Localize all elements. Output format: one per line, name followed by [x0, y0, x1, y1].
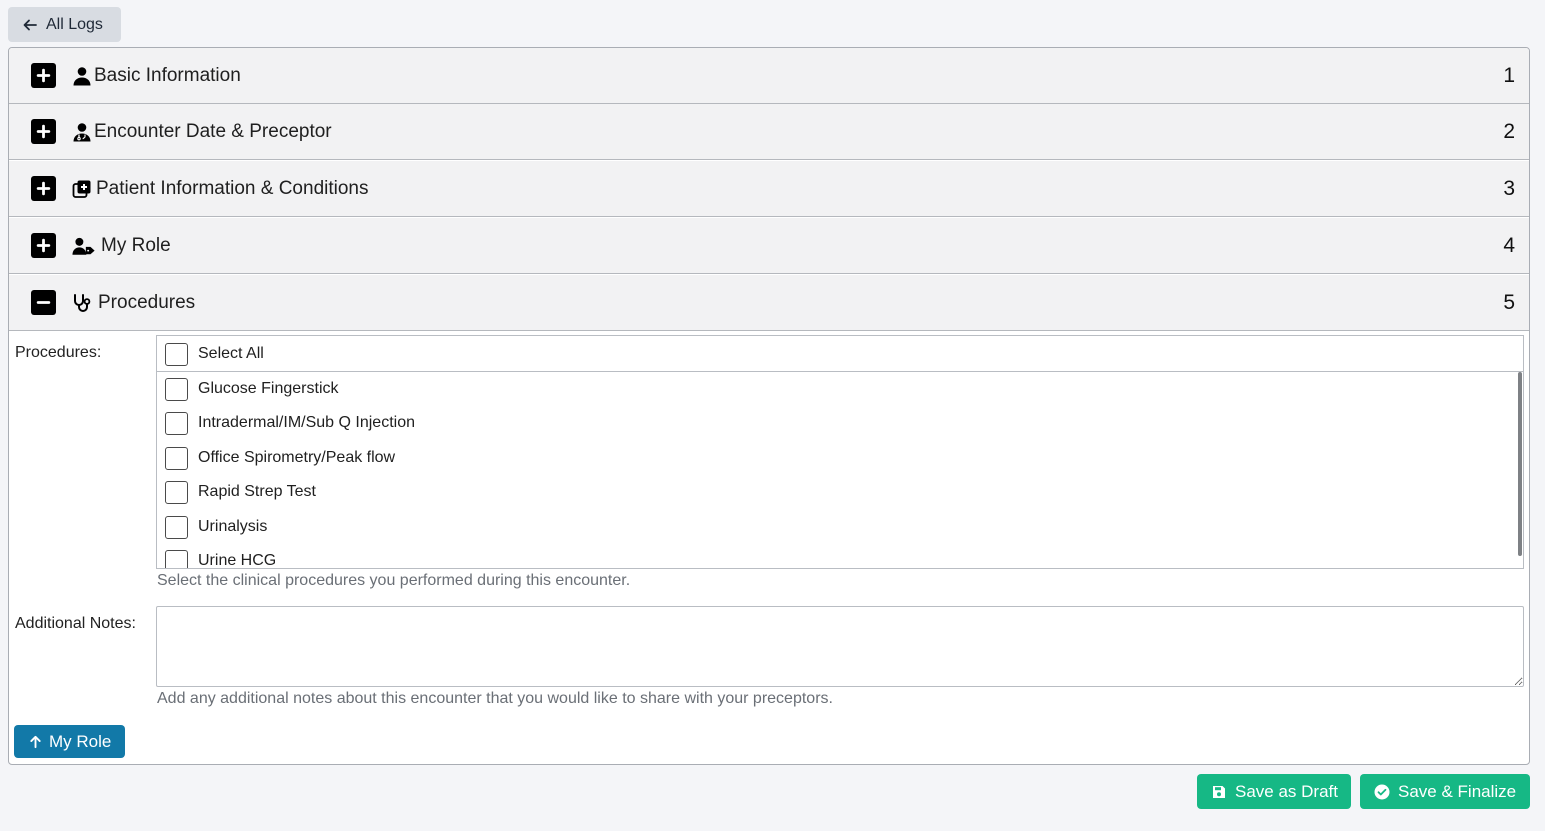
procedure-checkbox[interactable]: [165, 480, 188, 504]
expand-plus-icon[interactable]: [31, 233, 56, 258]
user-doctor-icon: [71, 121, 93, 143]
section-header-procedures[interactable]: Procedures 5: [9, 275, 1529, 331]
procedure-option[interactable]: Urine HCG: [157, 546, 1523, 569]
save-as-draft-label: Save as Draft: [1235, 781, 1338, 801]
additional-notes-textarea[interactable]: [156, 606, 1524, 687]
arrow-up-icon: [30, 735, 41, 749]
select-all-checkbox[interactable]: [165, 342, 188, 366]
procedure-checkbox[interactable]: [165, 515, 188, 539]
procedure-label: Urine HCG: [198, 552, 277, 569]
section-header-basic-information[interactable]: Basic Information 1: [9, 48, 1529, 104]
section-title: My Role: [101, 234, 171, 256]
procedure-label: Rapid Strep Test: [198, 483, 316, 500]
save-and-finalize-label: Save & Finalize: [1398, 781, 1517, 801]
notes-help-text: Add any additional notes about this enco…: [157, 690, 833, 707]
additional-notes-label: Additional Notes:: [15, 615, 136, 632]
expand-plus-icon[interactable]: [31, 63, 56, 88]
save-and-finalize-button[interactable]: Save & Finalize: [1360, 774, 1530, 809]
procedure-option[interactable]: Urinalysis: [157, 512, 1523, 542]
floppy-disk-icon: [1213, 785, 1225, 798]
procedure-label: Intradermal/IM/Sub Q Injection: [198, 414, 415, 431]
expand-plus-icon[interactable]: [31, 119, 56, 144]
procedure-checkbox[interactable]: [165, 377, 188, 401]
section-title: Procedures: [98, 291, 196, 313]
procedure-option[interactable]: Office Spirometry/Peak flow: [157, 443, 1523, 473]
back-button-label: All Logs: [46, 15, 103, 33]
procedures-checklist[interactable]: Select All Glucose Fingerstick Intraderm…: [156, 335, 1524, 569]
select-all-label: Select All: [198, 345, 264, 362]
section-number: 3: [1503, 176, 1515, 200]
section-title: Basic Information: [94, 64, 241, 86]
select-all-row[interactable]: Select All: [157, 336, 1523, 372]
collapse-minus-icon[interactable]: [31, 290, 56, 315]
checklist-scrollbar[interactable]: [1518, 372, 1522, 556]
procedure-label: Glucose Fingerstick: [198, 380, 339, 397]
section-number: 4: [1503, 233, 1515, 257]
section-title: Encounter Date & Preceptor: [94, 120, 332, 142]
check-circle-icon: [1374, 784, 1390, 799]
procedures-help-text: Select the clinical procedures you perfo…: [157, 572, 631, 589]
procedure-label: Urinalysis: [198, 518, 268, 535]
notes-medical-icon: [71, 178, 93, 200]
section-number: 1: [1503, 63, 1515, 87]
procedure-checkbox[interactable]: [165, 549, 188, 568]
all-logs-back-button[interactable]: All Logs: [8, 7, 121, 42]
save-as-draft-button[interactable]: Save as Draft: [1197, 774, 1351, 809]
section-title: Patient Information & Conditions: [96, 177, 369, 199]
section-header-encounter-date-preceptor[interactable]: Encounter Date & Preceptor 2: [9, 104, 1529, 160]
procedure-option[interactable]: Glucose Fingerstick: [157, 374, 1523, 404]
previous-section-my-role-button[interactable]: My Role: [14, 725, 125, 758]
procedure-label: Office Spirometry/Peak flow: [198, 449, 396, 466]
procedure-option[interactable]: Intradermal/IM/Sub Q Injection: [157, 408, 1523, 438]
previous-button-label: My Role: [49, 731, 112, 751]
log-form-accordion: Basic Information 1 Encounter Date & Pre…: [8, 47, 1530, 765]
procedures-label: Procedures:: [15, 344, 102, 361]
procedure-checkbox[interactable]: [165, 411, 188, 435]
arrow-left-icon: [23, 19, 37, 30]
section-number: 5: [1503, 290, 1515, 314]
expand-plus-icon[interactable]: [31, 176, 56, 201]
procedure-option[interactable]: Rapid Strep Test: [157, 477, 1523, 507]
user-tag-icon: [71, 235, 97, 257]
section-header-patient-information-conditions[interactable]: Patient Information & Conditions 3: [9, 161, 1529, 217]
stethoscope-icon: [71, 292, 93, 314]
section-number: 2: [1503, 119, 1515, 143]
user-icon: [71, 65, 93, 87]
select-all-option[interactable]: Select All: [157, 339, 1523, 369]
procedure-checkbox[interactable]: [165, 446, 188, 470]
section-header-my-role[interactable]: My Role 4: [9, 218, 1529, 274]
